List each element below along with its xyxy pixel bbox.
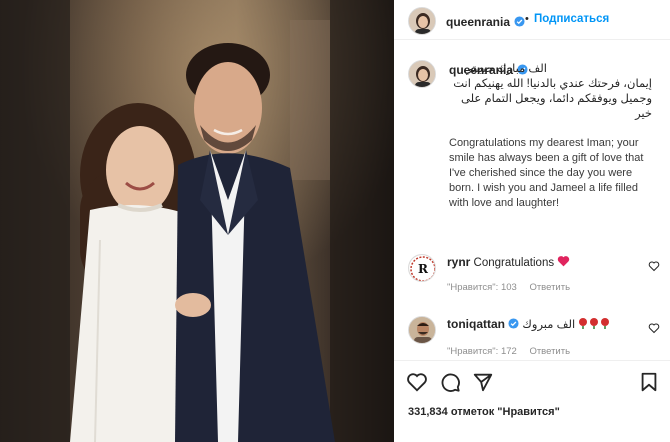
- comment-body: rynr Congratulations: [447, 255, 570, 269]
- avatar-image: [409, 61, 435, 87]
- comment-item: R rynr Congratulations "Нравится": 103 О…: [394, 252, 670, 296]
- comment-likes-count[interactable]: "Нравится": 103: [447, 282, 517, 293]
- avatar-image: R: [409, 255, 435, 281]
- comment-like-heart-icon[interactable]: [648, 260, 660, 272]
- comment-item: toniqattan الف مبروك "Нравится": 172 Отв…: [394, 314, 670, 358]
- reply-button[interactable]: Ответить: [529, 346, 570, 357]
- share-icon[interactable]: [472, 371, 494, 393]
- comment-text: Congratulations: [473, 257, 555, 269]
- svg-text:R: R: [418, 262, 429, 276]
- verified-badge-icon: [508, 318, 519, 329]
- post-details-panel: queenrania • Подписаться queenrania الف …: [394, 0, 670, 442]
- author-username[interactable]: queenrania: [446, 15, 510, 29]
- post-actions-bar: 331,834 отметок "Нравится": [394, 360, 670, 442]
- follow-button[interactable]: Подписаться: [534, 13, 609, 25]
- comment-meta: "Нравится": 172 Ответить: [447, 346, 580, 357]
- comment-like-heart-icon[interactable]: [648, 322, 660, 334]
- header-username-row: queenrania: [446, 13, 526, 31]
- comment-likes-count[interactable]: "Нравится": 172: [447, 346, 517, 357]
- rose-icon: [579, 318, 610, 329]
- comment-body: toniqattan الف مبروك: [447, 317, 612, 331]
- caption-english: Congratulations my dearest Iman; your sm…: [449, 137, 644, 209]
- post-photo[interactable]: [0, 0, 394, 442]
- caption-arabic-text: الف مبارك حبيبتي إيمان، فرحتك عندي بالدن…: [453, 63, 652, 120]
- comment-meta: "Нравится": 103 Ответить: [447, 282, 580, 293]
- avatar-image: [409, 317, 435, 343]
- bookmark-icon[interactable]: [638, 371, 660, 393]
- commenter-avatar[interactable]: [408, 316, 436, 344]
- comment-username[interactable]: toniqattan: [447, 317, 505, 331]
- couple-photo-illustration: [0, 0, 394, 442]
- caption-arabic: الف مبارك حبيبتي إيمان، فرحتك عندي بالدن…: [449, 62, 652, 122]
- avatar-image: [409, 8, 435, 34]
- red-heart-icon: [558, 256, 570, 267]
- separator-dot: •: [525, 13, 529, 25]
- post-header: queenrania • Подписаться: [394, 0, 670, 40]
- comment-text: الف مبروك: [522, 319, 576, 331]
- comment-username[interactable]: rynr: [447, 255, 470, 269]
- verified-badge-icon: [514, 16, 526, 27]
- commenter-avatar[interactable]: R: [408, 254, 436, 282]
- heart-icon[interactable]: [406, 371, 428, 393]
- reply-button[interactable]: Ответить: [529, 282, 570, 293]
- comment-icon[interactable]: [439, 371, 461, 393]
- author-avatar[interactable]: [408, 7, 436, 35]
- likes-count[interactable]: 331,834 отметок "Нравится": [408, 406, 560, 418]
- caption-author-avatar[interactable]: [408, 60, 436, 88]
